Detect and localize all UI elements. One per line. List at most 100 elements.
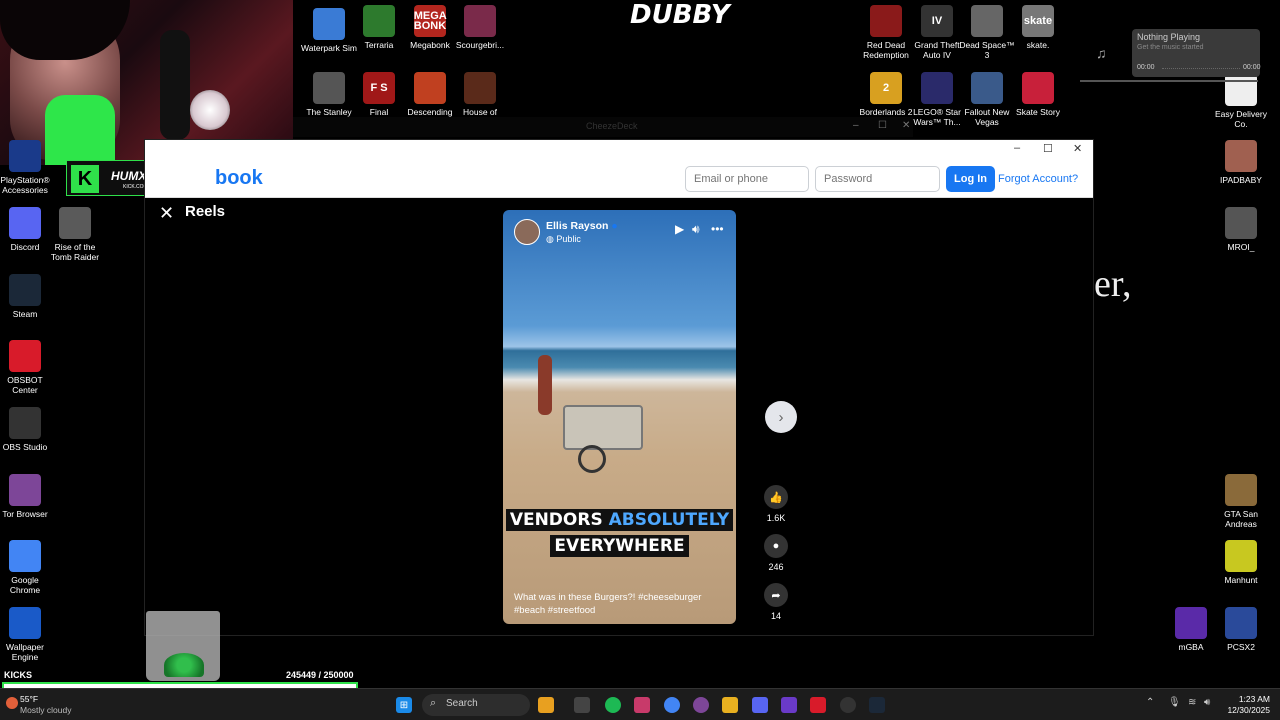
desktop-left-icon-0-label: PlayStation® Accessories	[0, 175, 50, 195]
comment-action[interactable]: ● 246	[761, 534, 791, 572]
vendor-cart	[563, 405, 643, 450]
desktop-left-icon-7-icon	[9, 540, 41, 572]
desktop-left-icon-5[interactable]: OBS Studio	[0, 407, 53, 452]
desktop-icon-0-label: Waterpark Sim	[301, 43, 357, 53]
facebook-logo[interactable]: book	[215, 167, 263, 190]
clock[interactable]: 1:23 AM 12/30/2025	[1222, 694, 1270, 716]
desktop-right-icon-5-icon	[921, 72, 953, 104]
desktop-left-icon-1-label: Discord	[10, 242, 40, 252]
desktop-far-right-icon-2[interactable]: MROI_	[1213, 207, 1269, 252]
like-action[interactable]: 👍 1.6K	[761, 485, 791, 523]
clock-time: 1:23 AM	[1238, 694, 1270, 704]
desktop-left-icon-3[interactable]: Steam	[0, 274, 53, 319]
video-description[interactable]: What was in these Burgers?! #cheeseburge…	[514, 591, 724, 617]
desktop-icon-5[interactable]: F S Final	[351, 72, 407, 117]
desktop-right-icon-6[interactable]: Fallout New Vegas	[959, 72, 1015, 127]
desktop-icon-0[interactable]: Waterpark Sim	[301, 8, 357, 53]
comment-count: 246	[768, 562, 784, 572]
desktop: K HUMXNGHXST KICK.COM/HUMXNGHXST DUBBY W…	[0, 0, 1280, 691]
play-icon[interactable]: ▶	[675, 222, 684, 236]
desktop-icon-1[interactable]: Terraria	[351, 5, 407, 50]
desktop-right-icon-3[interactable]: skate skate.	[1010, 5, 1066, 50]
tor-icon[interactable]	[693, 697, 709, 713]
desktop-icon-7[interactable]: House of	[452, 72, 508, 117]
desktop-icon-1-icon	[363, 5, 395, 37]
file-explorer-icon[interactable]	[538, 697, 554, 713]
close-icon[interactable]: ✕	[902, 120, 910, 131]
music-progress[interactable]	[1162, 68, 1240, 70]
tray-chevron-icon[interactable]: ⌃	[1146, 697, 1154, 708]
desktop-right-icon-2[interactable]: Dead Space™ 3	[959, 5, 1015, 60]
discord-icon[interactable]	[752, 697, 768, 713]
maximize-icon[interactable]: ☐	[1043, 142, 1053, 155]
folder-icon[interactable]	[722, 697, 738, 713]
desktop-left-icon-7[interactable]: Google Chrome	[0, 540, 53, 595]
microphone	[160, 30, 190, 140]
desktop-far-right-icon-5[interactable]: mGBA	[1163, 607, 1219, 652]
desktop-right-icon-1-icon: IV	[921, 5, 953, 37]
desktop-left-icon-6[interactable]: Tor Browser	[0, 474, 53, 519]
desktop-icon-6[interactable]: Descending	[402, 72, 458, 117]
task-view-icon[interactable]	[574, 697, 590, 713]
desktop-left-icon-8[interactable]: Wallpaper Engine	[0, 607, 53, 662]
start-icon[interactable]: ⊞	[396, 697, 412, 713]
caption-word-vendors: VENDORS	[509, 510, 603, 530]
desktop-icon-6-icon	[414, 72, 446, 104]
desktop-far-right-icon-2-icon	[1225, 207, 1257, 239]
password-field[interactable]	[815, 166, 940, 192]
desktop-far-right-icon-1-icon	[1225, 140, 1257, 172]
wifi-icon[interactable]: ≋	[1188, 697, 1196, 708]
desktop-far-right-icon-0[interactable]: Easy Delivery Co.	[1213, 74, 1269, 129]
minimize-icon[interactable]: –	[853, 120, 859, 131]
twitch-icon[interactable]	[781, 697, 797, 713]
desktop-icon-2[interactable]: MEGA BONK Megabonk	[402, 5, 458, 50]
share-action[interactable]: ➦ 14	[761, 583, 791, 621]
more-options-icon[interactable]: •••	[711, 222, 724, 236]
close-reels-icon[interactable]: ✕	[159, 203, 174, 224]
author-name[interactable]: Ellis Rayson ●	[546, 220, 618, 232]
avatar[interactable]	[514, 219, 540, 245]
desktop-left-icon-6-label: Tor Browser	[2, 509, 48, 519]
steam-icon[interactable]	[869, 697, 885, 713]
desktop-right-icon-0[interactable]: Red Dead Redemption	[858, 5, 914, 60]
desktop-icon-4[interactable]: The Stanley	[301, 72, 357, 117]
maximize-icon[interactable]: ☐	[878, 120, 887, 131]
desktop-far-right-icon-6[interactable]: PCSX2	[1213, 607, 1269, 652]
desktop-far-right-icon-4[interactable]: Manhunt	[1213, 540, 1269, 585]
obsbot-icon[interactable]	[810, 697, 826, 713]
spotify-icon[interactable]	[605, 697, 621, 713]
close-icon[interactable]: ✕	[1073, 142, 1082, 155]
speaker-icon[interactable]: 🔊︎	[1204, 697, 1210, 708]
minimize-icon[interactable]: –	[1014, 142, 1020, 154]
music-widget[interactable]: ♫ Nothing Playing Get the music started …	[1082, 29, 1261, 79]
search-icon: ⌕	[430, 697, 437, 709]
volume-icon[interactable]: 🔊︎	[692, 222, 700, 237]
desktop-far-right-icon-1[interactable]: IPADBABY	[1213, 140, 1269, 185]
desktop-right-icon-5[interactable]: LEGO® Star Wars™ Th...	[909, 72, 965, 127]
forgot-account-link[interactable]: Forgot Account?	[998, 173, 1078, 185]
mic-icon[interactable]: 🎙︎	[1168, 697, 1181, 708]
weather-widget[interactable]: 55°F Mostly cloudy	[20, 694, 72, 716]
desktop-right-icon-7[interactable]: Skate Story	[1010, 72, 1066, 117]
login-button[interactable]: Log In	[946, 166, 995, 192]
desktop-icon-3[interactable]: Scourgebri...	[452, 5, 508, 50]
desktop-left-icon-1[interactable]: Discord	[0, 207, 53, 252]
desktop-left-icon-4[interactable]: OBSBOT Center	[0, 340, 53, 395]
desktop-icon-3-icon	[464, 5, 496, 37]
desktop-right-icon-4[interactable]: 2 Borderlands 2	[858, 72, 914, 117]
desktop-right-icon-4-label: Borderlands 2	[859, 107, 913, 117]
taskbar: 55°F Mostly cloudy ⊞ ⌕ Search ⌃ 🎙︎ ≋ 🔊︎ 1…	[0, 688, 1280, 720]
taskbar-search[interactable]: ⌕ Search	[422, 694, 530, 716]
music-app-icon[interactable]	[634, 697, 650, 713]
obs-icon[interactable]	[840, 697, 856, 713]
reel-video[interactable]: Ellis Rayson ● ◍ Public ▶ 🔊︎ ••• VENDORS…	[503, 210, 736, 624]
email-field[interactable]	[685, 166, 809, 192]
visibility-label: ◍ Public	[546, 234, 581, 245]
next-reel-button[interactable]: ›	[765, 401, 797, 433]
desktop-right-icon-1[interactable]: IV Grand Theft Auto IV	[909, 5, 965, 60]
desktop-far-right-icon-3[interactable]: GTA San Andreas	[1213, 474, 1269, 529]
chrome-icon[interactable]	[664, 697, 680, 713]
desktop-right-icon-3-label: skate.	[1026, 40, 1050, 50]
desktop-left-icon-0[interactable]: PlayStation® Accessories	[0, 140, 53, 195]
desktop-left-icon-2[interactable]: Rise of the Tomb Raider	[47, 207, 103, 262]
